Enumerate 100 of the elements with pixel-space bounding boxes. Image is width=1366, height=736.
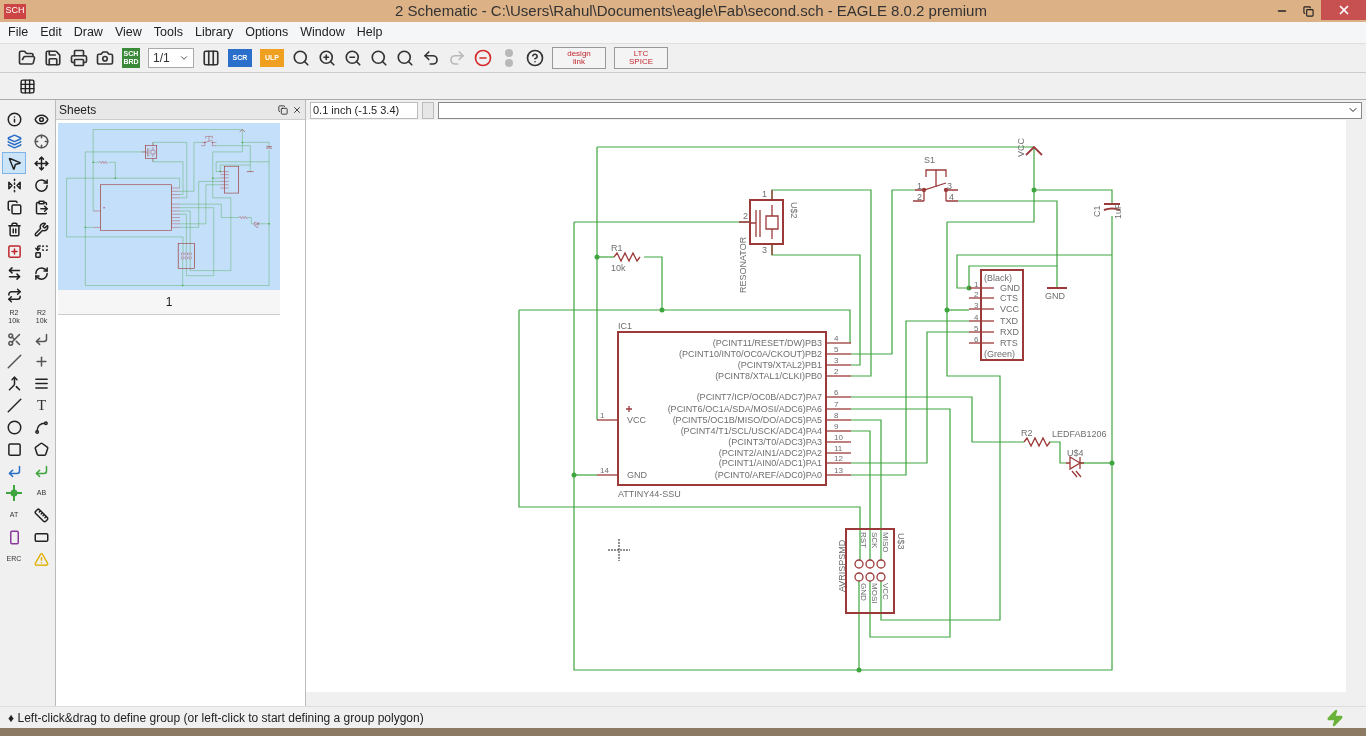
zoomcustom-icon bbox=[396, 49, 414, 67]
replace-icon bbox=[34, 243, 49, 259]
pushbutton-symbol bbox=[200, 136, 217, 146]
pinswap-icon bbox=[6, 265, 22, 281]
text-tool[interactable]: T bbox=[29, 394, 54, 416]
panel-title: Sheets bbox=[59, 101, 97, 119]
close-panel-button[interactable] bbox=[292, 104, 302, 115]
library-icon bbox=[202, 49, 220, 67]
mirror-icon bbox=[6, 177, 22, 193]
group-tool[interactable] bbox=[2, 152, 26, 174]
menu-item[interactable]: Tools bbox=[147, 23, 189, 42]
move-icon bbox=[34, 155, 49, 171]
pin-label: (PCINT6/OC1A/SDA/MOSI/ADC6)PA6 bbox=[667, 404, 822, 414]
miter-icon bbox=[34, 331, 49, 347]
optimize-icon bbox=[34, 353, 49, 369]
pin-number: 10 bbox=[834, 433, 843, 442]
zoomselect-icon bbox=[370, 49, 388, 67]
menu-item[interactable]: Help bbox=[350, 23, 389, 42]
float-panel-button[interactable] bbox=[278, 104, 288, 115]
polygon-icon bbox=[34, 441, 49, 457]
resistor-symbol bbox=[238, 216, 249, 219]
pin-number: 3 bbox=[947, 181, 952, 191]
part-value: 10k bbox=[611, 263, 626, 273]
delete-icon bbox=[6, 221, 22, 237]
design-link-button[interactable]: design link bbox=[552, 47, 606, 69]
layers-icon bbox=[6, 133, 22, 149]
pin-label: (PCINT1/AIN0/ADC1)PA1 bbox=[718, 458, 822, 468]
dots-icon bbox=[505, 49, 513, 67]
pin-number: 4 bbox=[974, 313, 979, 322]
ltspice-button[interactable]: LTC SPICE bbox=[614, 47, 668, 69]
pin-label: (PCINT0/AREF/ADC0)PA0 bbox=[714, 470, 822, 480]
pin-label: VCC bbox=[881, 583, 890, 600]
junction-icon bbox=[6, 485, 22, 501]
pin-number: 5 bbox=[834, 345, 839, 354]
menu-item[interactable]: Edit bbox=[34, 23, 68, 42]
info-icon bbox=[6, 111, 22, 127]
window-title: 2 Schematic - C:\Users\Rahul\Documents\eagle\Fab\second.sch - EAGLE 8.0.2 premium bbox=[395, 0, 987, 21]
part-name: U$4 bbox=[1067, 448, 1084, 458]
restore-icon bbox=[1302, 5, 1314, 17]
pin-label: TXD bbox=[1000, 316, 1018, 326]
pin-number: 2 bbox=[743, 211, 748, 221]
pin-label: MOSI bbox=[870, 583, 879, 604]
menu-item[interactable]: Window bbox=[294, 23, 351, 42]
sheet-item[interactable]: 1 bbox=[58, 123, 280, 315]
menu-item[interactable]: Library bbox=[188, 23, 240, 42]
change-icon bbox=[34, 221, 49, 237]
led-symbol bbox=[1065, 456, 1085, 478]
part-name: R2 bbox=[1021, 428, 1033, 438]
coordinate-display: 0.1 inch (-1.5 3.4) bbox=[310, 101, 418, 119]
sheet-select[interactable]: 1/1 bbox=[148, 48, 194, 68]
pin-number: 1 bbox=[762, 189, 767, 199]
crosshair-cursor-icon bbox=[607, 538, 631, 562]
copy-icon bbox=[6, 199, 22, 215]
redo-icon bbox=[448, 49, 466, 67]
pin-number: 3 bbox=[834, 356, 839, 365]
invoke-icon bbox=[6, 287, 22, 303]
led-symbol bbox=[253, 221, 260, 229]
part-value: LEDFAB1206 bbox=[1052, 429, 1107, 439]
caret-icon bbox=[179, 53, 189, 63]
part-value: AVRISPSMD bbox=[837, 539, 847, 592]
pin-number: 3 bbox=[974, 301, 979, 310]
part-name: C1 bbox=[1092, 205, 1102, 217]
pin-number: 5 bbox=[974, 324, 979, 333]
menu-item[interactable]: View bbox=[108, 23, 148, 42]
pin-number: 1 bbox=[917, 181, 922, 191]
part-name: IC1 bbox=[618, 321, 632, 331]
pin-number: 11 bbox=[834, 444, 843, 453]
menu-item[interactable]: Options bbox=[239, 23, 295, 42]
pin-number: 3 bbox=[762, 245, 767, 255]
pin-label: GND bbox=[859, 583, 868, 601]
menu-item[interactable]: File bbox=[2, 23, 35, 42]
pin-number: 14 bbox=[600, 466, 609, 475]
zoomin-icon bbox=[318, 49, 336, 67]
pin-number: 4 bbox=[834, 334, 839, 343]
command-input[interactable] bbox=[438, 101, 1362, 119]
help-icon bbox=[526, 49, 544, 67]
pin-label: RST bbox=[859, 532, 868, 548]
part-name: U$2 bbox=[789, 202, 799, 219]
pin-number: 12 bbox=[834, 454, 843, 463]
paste-icon bbox=[34, 199, 49, 215]
pin-number: 6 bbox=[974, 335, 979, 344]
pin-label: GND bbox=[1000, 283, 1020, 293]
menu-item[interactable]: Draw bbox=[67, 23, 109, 42]
cam-icon bbox=[96, 49, 114, 67]
pin-label: VCC bbox=[1000, 304, 1019, 314]
pin-label: SCK bbox=[870, 532, 879, 549]
pin-label: (PCINT11/RESET/DW)PB3 bbox=[712, 338, 822, 348]
add-icon bbox=[6, 243, 22, 259]
close-button[interactable] bbox=[1321, 0, 1366, 20]
part-name: GND bbox=[1045, 291, 1065, 301]
resistor-symbol bbox=[613, 251, 641, 263]
resistor-symbol bbox=[98, 160, 109, 164]
open-icon bbox=[18, 49, 36, 67]
stop-icon bbox=[474, 49, 492, 67]
line-icon bbox=[6, 397, 22, 413]
smash-icon bbox=[6, 331, 22, 347]
zoomfit-icon bbox=[292, 49, 310, 67]
show-icon bbox=[34, 111, 49, 127]
part-name: (Black) bbox=[984, 273, 1012, 283]
zoomout-icon bbox=[344, 49, 362, 67]
